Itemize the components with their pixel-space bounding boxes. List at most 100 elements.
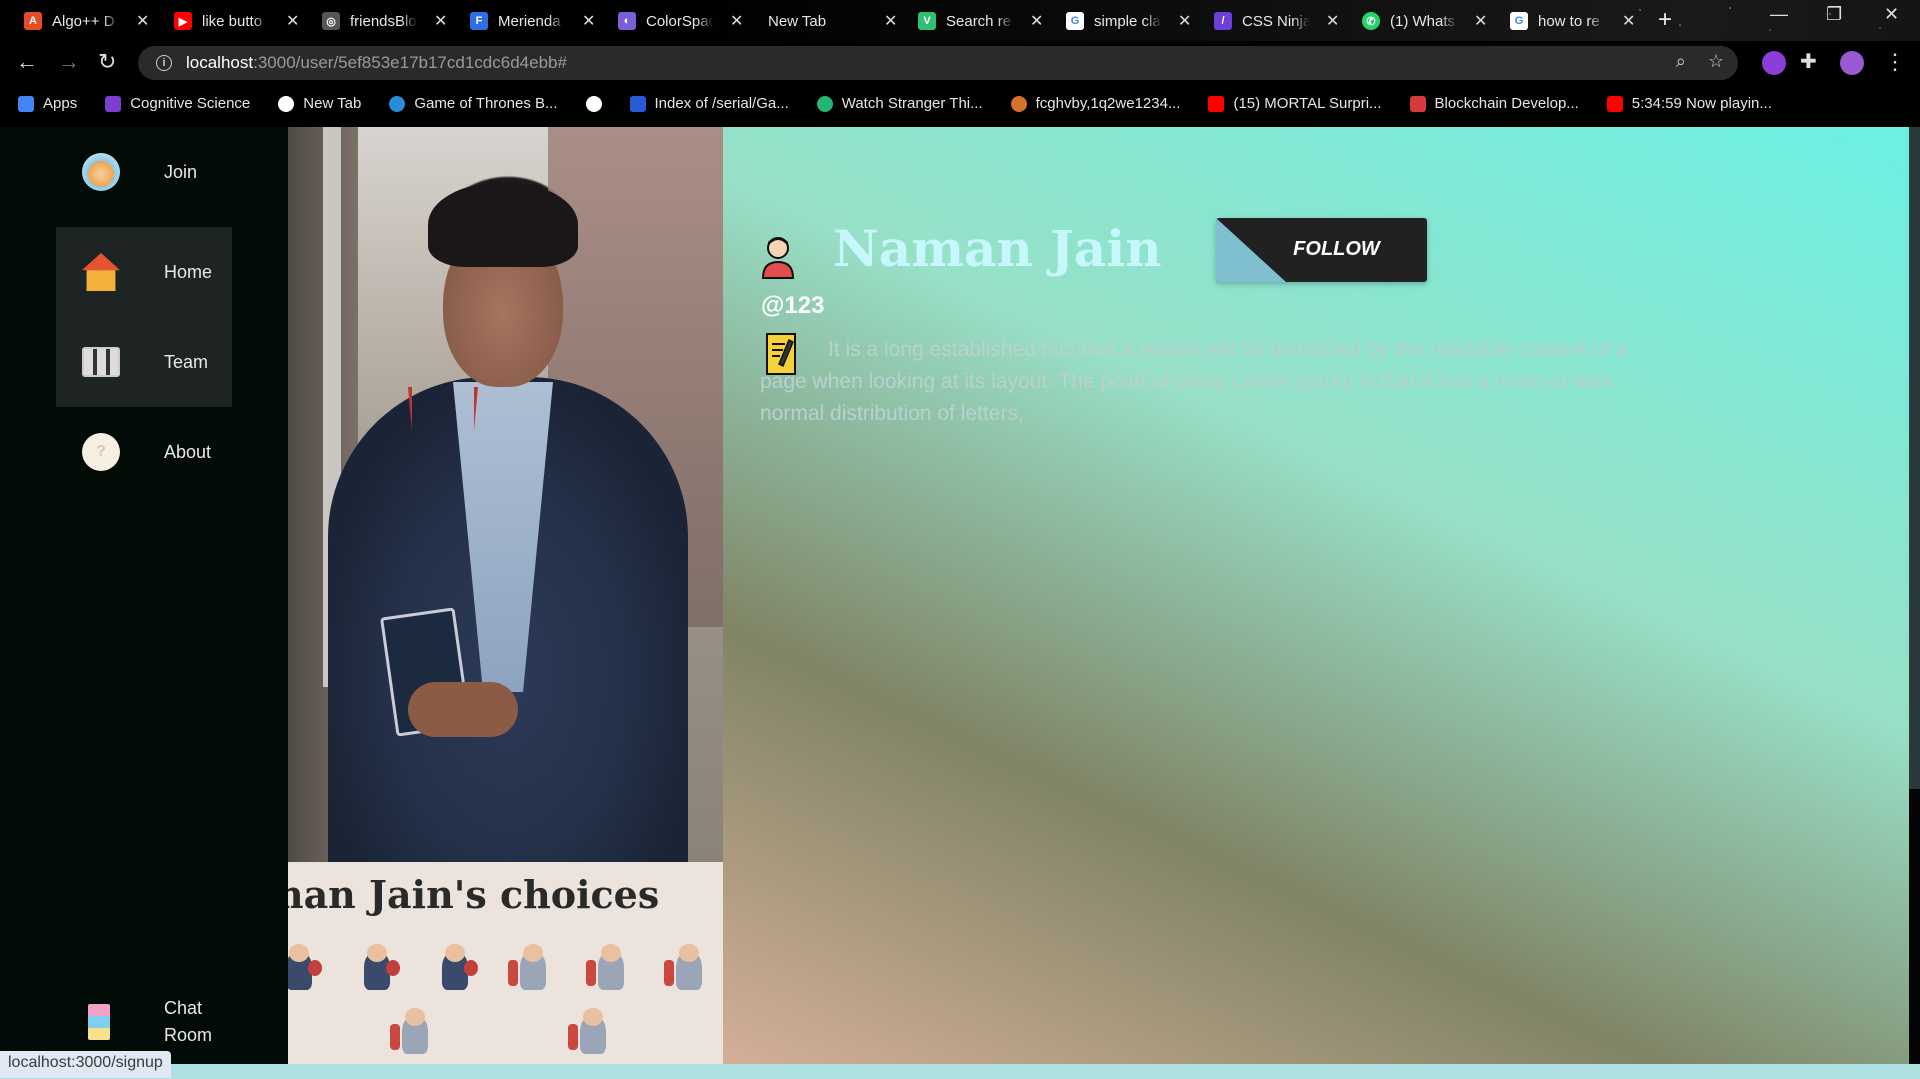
sidebar-item-chat-room[interactable]: Chat Room xyxy=(56,987,232,1057)
tab-close-icon[interactable]: ✕ xyxy=(582,11,595,31)
page-viewport: Join Home Team ? About Chat Room an Jain… xyxy=(0,127,1920,1079)
browser-tab[interactable]: ◎ friendsBlo ✕ xyxy=(322,6,447,36)
bookmark-item[interactable]: New Tab xyxy=(278,95,361,112)
tab-close-icon[interactable]: ✕ xyxy=(1178,11,1191,31)
address-bar[interactable]: i localhost:3000/user/5ef853e17b17cd1cdc… xyxy=(138,46,1738,80)
browser-tab[interactable]: ▶ like butto ✕ xyxy=(174,6,299,36)
globe-icon xyxy=(278,95,295,112)
tab-close-icon[interactable]: ✕ xyxy=(1622,11,1635,31)
tab-close-icon[interactable]: ✕ xyxy=(730,11,743,31)
bookmark-item[interactable]: Index of /serial/Ga... xyxy=(629,95,789,112)
zoom-icon[interactable]: ⌕ xyxy=(1676,51,1686,72)
profile-photo xyxy=(288,127,723,877)
tab-favicon-icon: ✆ xyxy=(1362,12,1380,30)
character-sprite-icon[interactable] xyxy=(288,942,326,998)
bookmark-item[interactable] xyxy=(585,95,602,112)
link-status-bar: localhost:3000/signup xyxy=(0,1051,171,1078)
browser-menu-icon[interactable]: ⋮ xyxy=(1884,49,1906,75)
tab-favicon-icon: G xyxy=(1066,12,1084,30)
bookmark-item[interactable]: (15) MORTAL Surpri... xyxy=(1208,95,1382,112)
profile-handle: @123 xyxy=(761,292,825,319)
tab-label: Search re xyxy=(946,12,1012,30)
bookmark-item[interactable]: 5:34:59 Now playin... xyxy=(1606,95,1772,112)
chat-icon xyxy=(88,1004,110,1040)
profile-name: Naman Jain xyxy=(833,219,1162,278)
tab-close-icon[interactable]: ✕ xyxy=(136,11,149,31)
bookmark-label: Apps xyxy=(43,95,78,112)
bookmark-star-icon[interactable]: ☆ xyxy=(1708,51,1724,72)
url-host: localhost xyxy=(186,53,254,72)
bookmarks-bar: Apps Cognitive Science New Tab Game of T… xyxy=(0,85,1920,122)
play-icon xyxy=(816,95,833,112)
tab-favicon-icon: / xyxy=(1214,12,1232,30)
tab-close-icon[interactable]: ✕ xyxy=(1474,11,1487,31)
browser-tab[interactable]: / CSS Ninja ✕ xyxy=(1214,6,1339,36)
scrollbar-thumb[interactable] xyxy=(1909,789,1920,1079)
character-sprite-icon[interactable] xyxy=(350,942,404,998)
extensions-puzzle-icon[interactable]: ✚ xyxy=(1800,49,1824,73)
bookmark-item[interactable]: Game of Thrones B... xyxy=(389,95,558,112)
follow-button[interactable]: FOLLOW xyxy=(1216,218,1427,282)
bookmark-favicon-icon xyxy=(629,95,646,112)
team-icon xyxy=(82,347,120,377)
sidebar-item-about[interactable]: ? About xyxy=(56,407,232,497)
browser-tab[interactable]: ◐ ColorSpac ✕ xyxy=(618,6,743,36)
browser-tab[interactable]: G how to re ✕ xyxy=(1510,6,1635,36)
tab-favicon-icon: ▶ xyxy=(174,12,192,30)
bookmark-item[interactable]: Cognitive Science xyxy=(105,95,250,112)
minimize-icon[interactable]: — xyxy=(1770,4,1788,25)
extension-icon[interactable] xyxy=(1762,51,1786,75)
bookmark-label: Blockchain Develop... xyxy=(1434,95,1579,112)
character-sprite-icon[interactable] xyxy=(662,942,716,998)
youtube-icon xyxy=(1606,95,1623,112)
profile-bio: It is a long established fact that a rea… xyxy=(760,338,1628,425)
character-sprite-icon[interactable] xyxy=(428,942,482,998)
tab-label: CSS Ninja xyxy=(1242,12,1310,30)
reload-icon[interactable]: ↻ xyxy=(98,49,116,75)
bookmark-item[interactable]: Apps xyxy=(18,95,77,112)
character-sprite-icon[interactable] xyxy=(506,942,560,998)
character-sprite-icon[interactable] xyxy=(566,1006,620,1062)
browser-tab[interactable]: A Algo++ D ✕ xyxy=(24,6,149,36)
tab-close-icon[interactable]: ✕ xyxy=(1030,11,1043,31)
user-avatar-icon xyxy=(761,237,795,279)
tab-close-icon[interactable]: ✕ xyxy=(1326,11,1339,31)
bookmark-favicon-icon xyxy=(1010,95,1027,112)
browser-tab[interactable]: New Tab ✕ xyxy=(768,6,897,36)
tab-close-icon[interactable]: ✕ xyxy=(884,11,897,31)
profile-avatar[interactable] xyxy=(1840,51,1864,75)
bookmark-item[interactable]: fcghvby,1q2we1234... xyxy=(1010,95,1180,112)
bookmark-item[interactable]: Watch Stranger Thi... xyxy=(816,95,983,112)
sidebar-item-team[interactable]: Team xyxy=(56,317,232,407)
tab-label: New Tab xyxy=(768,12,827,30)
url-path: :3000/user/5ef853e17b17cd1cdc6d4ebb# xyxy=(253,53,567,72)
tab-close-icon[interactable]: ✕ xyxy=(434,11,447,31)
browser-tab[interactable]: V Search re ✕ xyxy=(918,6,1043,36)
browser-tab[interactable]: ✆ (1) Whats ✕ xyxy=(1362,6,1487,36)
tab-label: (1) Whats xyxy=(1390,12,1456,30)
character-sprite-icon[interactable] xyxy=(388,1006,442,1062)
browser-tab[interactable]: G simple cla ✕ xyxy=(1066,6,1191,36)
sidebar-item-home[interactable]: Home xyxy=(56,227,232,317)
site-info-icon[interactable]: i xyxy=(156,55,172,71)
sidebar-item-join[interactable]: Join xyxy=(56,127,232,217)
back-arrow-icon[interactable]: ← xyxy=(16,49,38,75)
close-window-icon[interactable]: ✕ xyxy=(1884,4,1899,25)
tab-favicon-icon: V xyxy=(918,12,936,30)
chat-label-line1: Chat xyxy=(164,998,203,1018)
question-icon: ? xyxy=(82,433,120,471)
new-tab-plus-icon[interactable]: + xyxy=(1658,6,1672,34)
bear-icon xyxy=(82,153,120,191)
restore-icon[interactable]: ❐ xyxy=(1826,4,1842,25)
tab-close-icon[interactable]: ✕ xyxy=(286,11,299,31)
chat-label-line2: Room xyxy=(164,1025,213,1045)
browser-tab[interactable]: F Merienda ✕ xyxy=(470,6,595,36)
browser-toolbar: ← → ↻ i localhost:3000/user/5ef853e17b17… xyxy=(0,41,1920,85)
bookmark-item[interactable]: Blockchain Develop... xyxy=(1409,95,1579,112)
character-sprite-icon[interactable] xyxy=(584,942,638,998)
tab-label: ColorSpac xyxy=(646,12,714,30)
sidebar-item-label: Home xyxy=(164,261,213,282)
tab-label: simple cla xyxy=(1094,12,1161,30)
profile-content: Naman Jain FOLLOW @123 It is a long esta… xyxy=(723,127,1909,1079)
forward-arrow-icon[interactable]: → xyxy=(58,49,80,75)
